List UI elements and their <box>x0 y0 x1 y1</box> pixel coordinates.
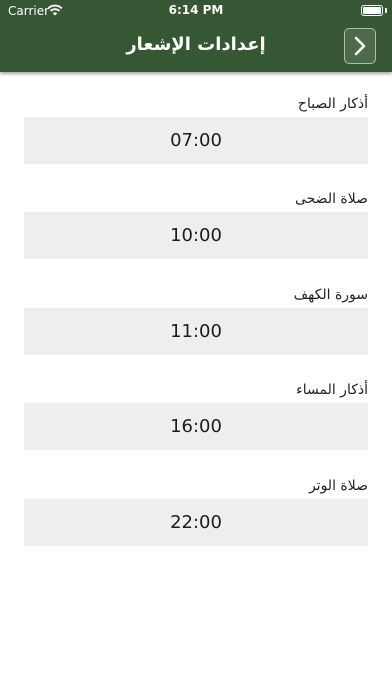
status-time: 6:14 PM <box>168 3 224 17</box>
reminder-label-evening: أذكار المساء <box>296 382 368 398</box>
reminder-label-witr: صلاة الوتر <box>308 478 368 494</box>
status-bar: Carrier 6:14 PM <box>0 0 392 22</box>
time-field-witr[interactable]: 22:00 <box>24 499 368 546</box>
time-field-evening[interactable]: 16:00 <box>24 403 368 450</box>
reminder-label-morning: أذكار الصباح <box>297 96 368 112</box>
reminder-label-duha: صلاة الضحى <box>294 191 368 207</box>
time-field-duha[interactable]: 10:00 <box>24 212 368 259</box>
battery-icon <box>361 5 383 16</box>
time-field-morning[interactable]: 07:00 <box>24 117 368 164</box>
time-field-kahf[interactable]: 11:00 <box>24 308 368 355</box>
reminder-label-kahf: سورة الكهف <box>293 287 368 303</box>
chevron-right-icon <box>354 36 366 56</box>
page-title: إعدادات الإشعار <box>126 34 266 55</box>
back-button[interactable] <box>344 28 376 64</box>
nav-header: Carrier 6:14 PM إعدادات الإشعار <box>0 0 392 72</box>
battery-tip <box>385 8 387 13</box>
